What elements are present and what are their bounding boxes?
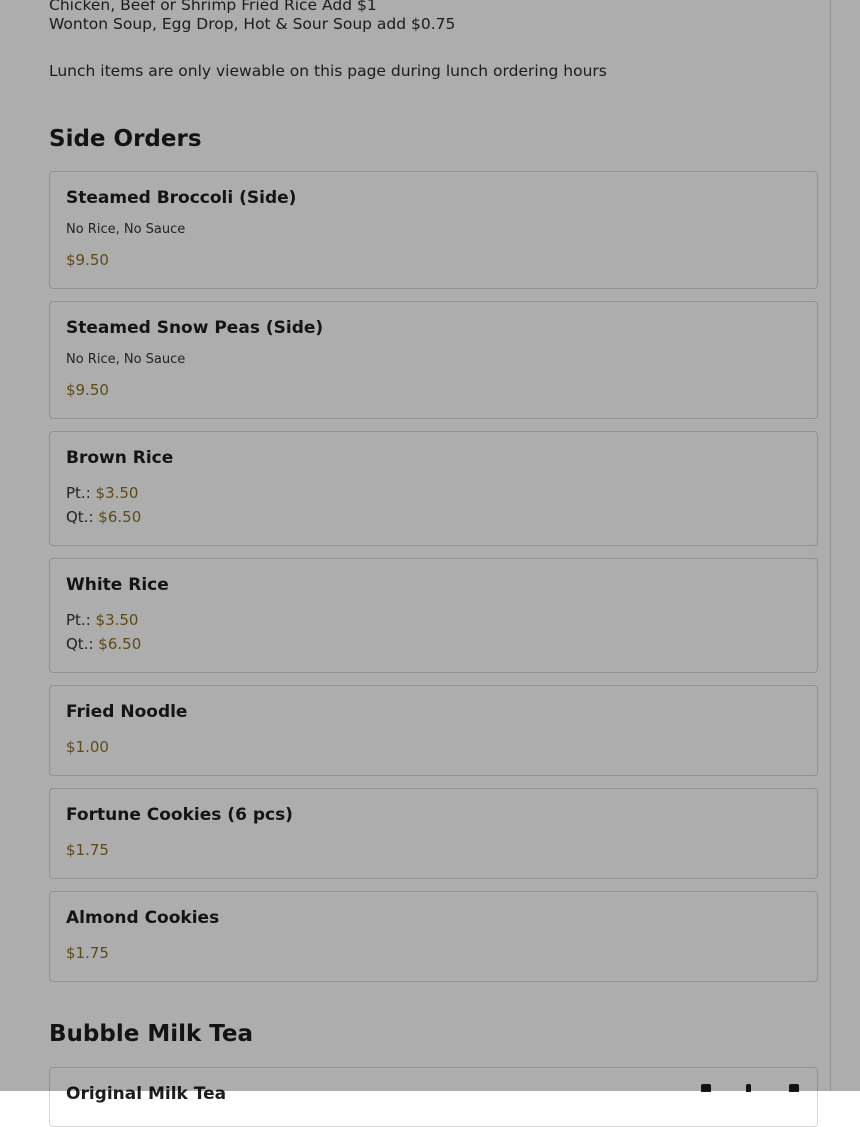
item-name: Almond Cookies <box>66 908 220 928</box>
item-name: Fried Noodle <box>66 702 188 722</box>
section-title-bubble-milk-tea: Bubble Milk Tea <box>49 1021 254 1047</box>
size-option-pint[interactable]: Pt.: $3.50 <box>66 484 138 502</box>
menu-item-almond-cookies[interactable]: Almond Cookies $1.75 <box>49 891 818 982</box>
item-price: $9.50 <box>66 251 109 269</box>
size-price: $6.50 <box>98 508 142 526</box>
menu-item-brown-rice[interactable]: Brown Rice Pt.: $3.50 Qt.: $6.50 <box>49 431 818 546</box>
size-price: $6.50 <box>98 635 142 653</box>
item-name: Fortune Cookies (6 pcs) <box>66 805 293 825</box>
item-name: Original Milk Tea <box>66 1084 227 1104</box>
item-price: $1.75 <box>66 944 109 962</box>
sidebar-divider <box>830 0 831 1091</box>
section-title-side-orders: Side Orders <box>49 126 202 152</box>
item-price: $9.50 <box>66 381 109 399</box>
size-label: Qt.: <box>66 635 94 653</box>
soup-addon-note: Wonton Soup, Egg Drop, Hot & Sour Soup a… <box>49 15 456 33</box>
menu-page: Chicken, Beef or Shrimp Fried Rice Add $… <box>0 0 860 1127</box>
item-name: Steamed Snow Peas (Side) <box>66 318 324 338</box>
menu-item-fried-noodle[interactable]: Fried Noodle $1.00 <box>49 685 818 776</box>
menu-item-original-milk-tea[interactable]: Original Milk Tea <box>49 1067 818 1127</box>
menu-item-white-rice[interactable]: White Rice Pt.: $3.50 Qt.: $6.50 <box>49 558 818 673</box>
item-name: Steamed Broccoli (Side) <box>66 188 297 208</box>
item-description: No Rice, No Sauce <box>66 352 186 367</box>
size-price: $3.50 <box>95 484 139 502</box>
size-option-pint[interactable]: Pt.: $3.50 <box>66 611 138 629</box>
size-option-quart[interactable]: Qt.: $6.50 <box>66 508 141 526</box>
size-option-quart[interactable]: Qt.: $6.50 <box>66 635 141 653</box>
item-name: Brown Rice <box>66 448 174 468</box>
lunch-notice: Lunch items are only viewable on this pa… <box>49 62 607 80</box>
menu-item-steamed-broccoli[interactable]: Steamed Broccoli (Side) No Rice, No Sauc… <box>49 171 818 289</box>
size-label: Qt.: <box>66 508 94 526</box>
size-label: Pt.: <box>66 484 91 502</box>
item-name: White Rice <box>66 575 169 595</box>
menu-item-fortune-cookies[interactable]: Fortune Cookies (6 pcs) $1.75 <box>49 788 818 879</box>
item-description: No Rice, No Sauce <box>66 222 186 237</box>
menu-item-steamed-snow-peas[interactable]: Steamed Snow Peas (Side) No Rice, No Sau… <box>49 301 818 419</box>
size-price: $3.50 <box>95 611 139 629</box>
size-label: Pt.: <box>66 611 91 629</box>
item-price: $1.75 <box>66 841 109 859</box>
item-price: $1.00 <box>66 738 109 756</box>
